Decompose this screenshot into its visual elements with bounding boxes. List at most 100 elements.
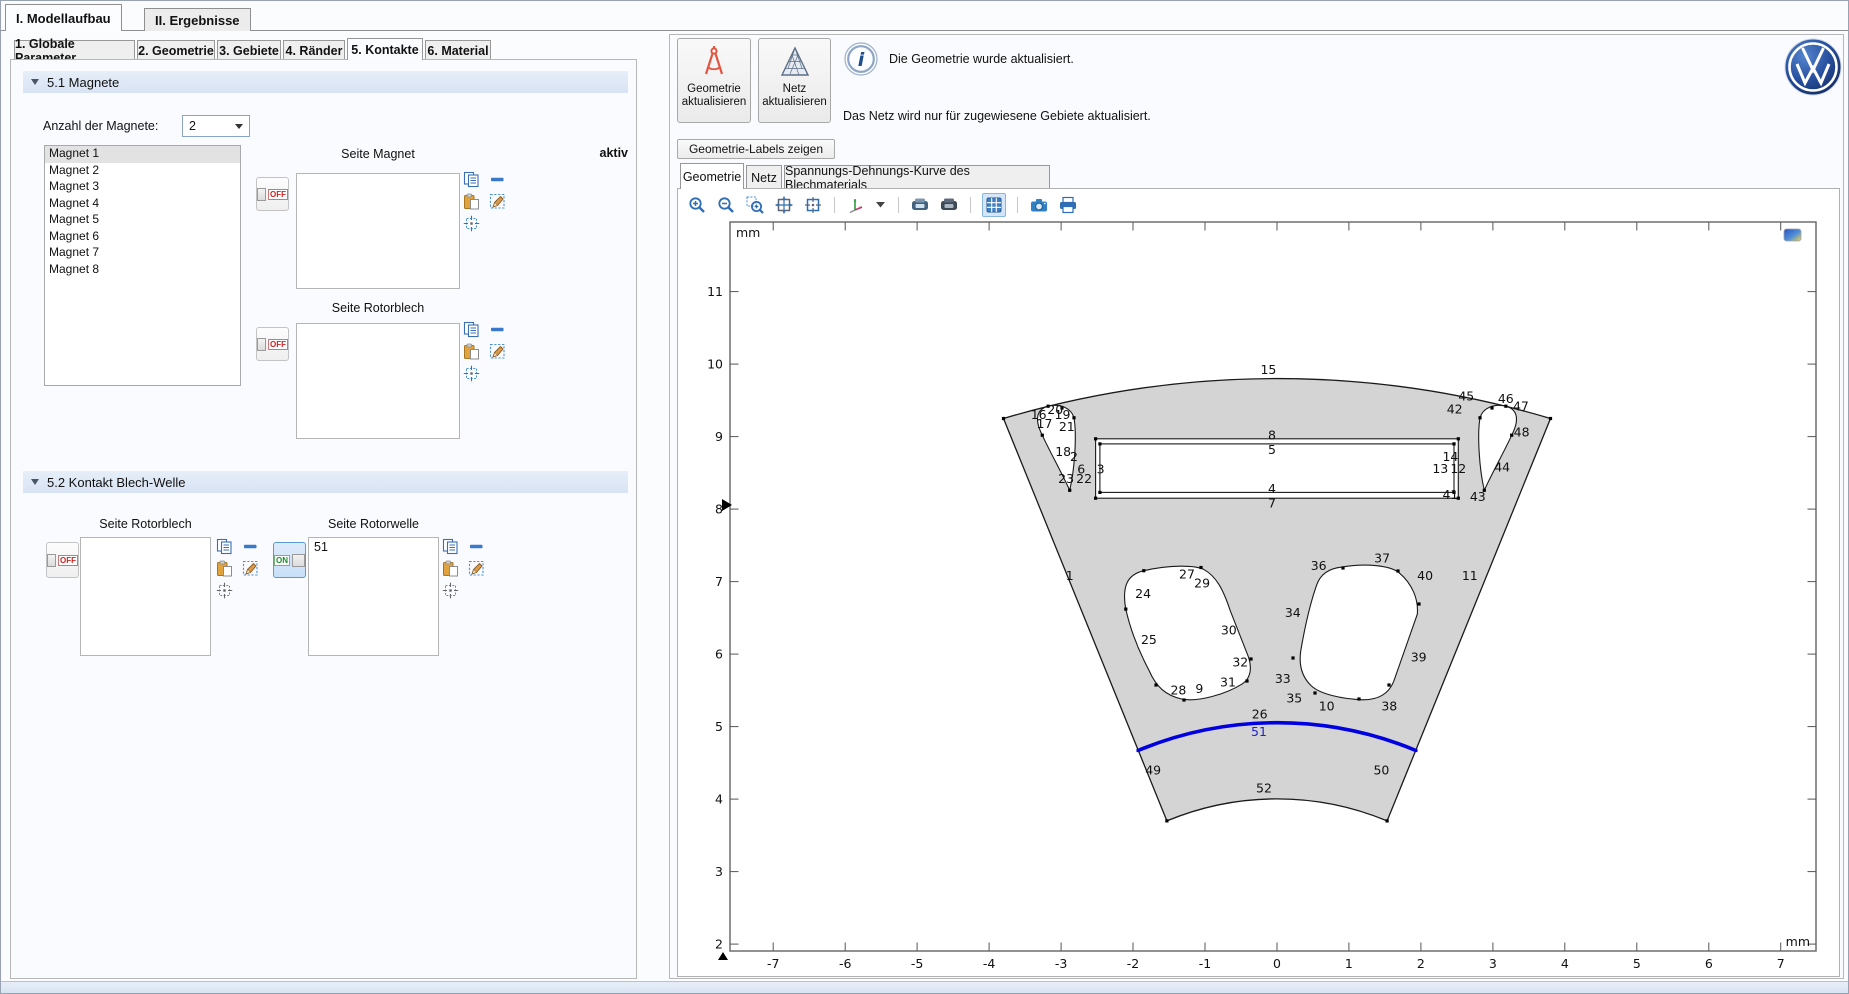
zoom-to-selection-icon[interactable]: [803, 195, 823, 215]
magnet-list-item[interactable]: Magnet 4: [45, 196, 240, 213]
zoom-to-selection-icon[interactable]: [216, 582, 233, 604]
section-magnete-header[interactable]: 5.1 Magnete: [23, 71, 628, 93]
seite-rotorblech-selection-box[interactable]: [296, 323, 460, 439]
svg-text:24: 24: [1135, 586, 1151, 601]
remove-selection-icon[interactable]: [490, 322, 505, 342]
image-copy-icon[interactable]: [910, 195, 930, 215]
geometry-plot[interactable]: 1234567891011121314151617181920212223242…: [678, 219, 1838, 976]
svg-text:4: 4: [1268, 481, 1276, 496]
remove-selection-icon[interactable]: [490, 172, 505, 192]
tab-kontakte[interactable]: 5. Kontakte: [347, 38, 423, 60]
zoom-to-selection-icon[interactable]: [442, 582, 459, 604]
vw-logo: [1783, 37, 1843, 97]
zoom-extents-icon[interactable]: [774, 195, 794, 215]
graphics-tab-spannungs-kurve[interactable]: Spannungs-Dehnungs-Kurve des Blechmateri…: [784, 165, 1050, 189]
svg-text:40: 40: [1417, 568, 1433, 583]
svg-text:5: 5: [715, 719, 723, 734]
plot-region[interactable]: 1234567891011121314151617181920212223242…: [678, 219, 1838, 976]
kontakt-rotorblech-toggle[interactable]: OFF: [46, 542, 79, 578]
copy-selection-icon[interactable]: [442, 538, 459, 560]
svg-text:39: 39: [1411, 649, 1427, 664]
print-icon[interactable]: [1058, 195, 1078, 215]
kontakt-rotorblech-selection-box[interactable]: [80, 537, 211, 656]
tab-material[interactable]: 6. Material: [425, 40, 491, 60]
kontakt-rotorblech-title: Seite Rotorblech: [80, 517, 211, 531]
magnet-list-item[interactable]: Magnet 8: [45, 262, 240, 279]
seite-rotorblech-toggle[interactable]: OFF: [256, 327, 289, 361]
snapshot-camera-icon[interactable]: [1029, 195, 1049, 215]
paste-selection-icon[interactable]: [216, 560, 233, 582]
update-mesh-button[interactable]: Netz aktualisieren: [758, 38, 831, 123]
kontakt-rotorwelle-selection-box[interactable]: 51: [308, 537, 439, 656]
clear-selection-icon[interactable]: [489, 193, 506, 215]
paste-selection-icon[interactable]: [463, 343, 480, 365]
grid-toggle-icon[interactable]: [982, 193, 1006, 217]
svg-text:-1: -1: [1199, 956, 1211, 971]
default-view-icon[interactable]: [846, 195, 866, 215]
comsol-corner-icon[interactable]: [1784, 229, 1801, 241]
section-kontakt-header[interactable]: 5.2 Kontakt Blech-Welle: [23, 471, 628, 493]
tab-geometrie[interactable]: 2. Geometrie: [137, 40, 215, 60]
svg-text:18: 18: [1055, 444, 1071, 459]
magnet-list-item[interactable]: Magnet 7: [45, 245, 240, 262]
zoom-to-selection-icon[interactable]: [463, 365, 480, 387]
svg-text:42: 42: [1447, 401, 1463, 416]
graphics-tab-netz[interactable]: Netz: [746, 165, 782, 189]
update-mesh-label2: aktualisieren: [762, 96, 827, 108]
zoom-in-icon[interactable]: [687, 195, 707, 215]
magnet-list-item[interactable]: Magnet 6: [45, 229, 240, 246]
magnet-pocket-inner[interactable]: [1100, 444, 1454, 493]
svg-text:11: 11: [707, 284, 723, 299]
magnet-list-item[interactable]: Magnet 1: [45, 146, 240, 163]
kontakt-rotorwelle-toggle[interactable]: ON: [273, 542, 306, 578]
svg-text:37: 37: [1374, 551, 1390, 566]
magnet-list-item[interactable]: Magnet 5: [45, 212, 240, 229]
geometry-updated-message: Die Geometrie wurde aktualisiert.: [889, 52, 1074, 66]
svg-text:52: 52: [1256, 781, 1272, 796]
svg-text:31: 31: [1220, 675, 1236, 690]
svg-text:9: 9: [715, 429, 723, 444]
view-dropdown-caret-icon[interactable]: [875, 195, 887, 215]
toggle-square: [292, 554, 305, 567]
svg-text:21: 21: [1059, 419, 1075, 434]
copy-selection-icon[interactable]: [463, 321, 480, 343]
zoom-out-icon[interactable]: [716, 195, 736, 215]
graphics-tab-geometrie[interactable]: Geometrie: [680, 163, 744, 189]
anzahl-magnete-dropdown[interactable]: 2: [182, 115, 250, 137]
svg-text:-4: -4: [983, 956, 996, 971]
clear-selection-icon[interactable]: [242, 560, 259, 582]
paste-selection-icon[interactable]: [463, 193, 480, 215]
tab-gebiete[interactable]: 3. Gebiete: [217, 40, 281, 60]
paste-selection-icon[interactable]: [442, 560, 459, 582]
toggle-state-label: OFF: [268, 189, 288, 200]
svg-text:50: 50: [1373, 762, 1389, 777]
tab-ergebnisse[interactable]: II. Ergebnisse: [144, 8, 251, 31]
zoom-box-icon[interactable]: [745, 195, 765, 215]
magnet-list-item[interactable]: Magnet 2: [45, 163, 240, 180]
copy-selection-icon[interactable]: [216, 538, 233, 560]
update-geometry-button[interactable]: Geometrie aktualisieren: [677, 38, 751, 123]
unit-label-top: mm: [736, 225, 760, 240]
zoom-to-selection-icon[interactable]: [463, 215, 480, 237]
svg-text:23: 23: [1058, 471, 1074, 486]
remove-selection-icon[interactable]: [243, 539, 258, 559]
seite-magnet-title: Seite Magnet: [296, 147, 460, 161]
clear-selection-icon[interactable]: [468, 560, 485, 582]
clear-selection-icon[interactable]: [489, 343, 506, 365]
selection-item-51[interactable]: 51: [309, 538, 438, 556]
main-tab-line: [1, 30, 1849, 31]
svg-text:26: 26: [1252, 707, 1268, 722]
tab-raender[interactable]: 4. Ränder: [283, 40, 345, 60]
show-geometry-labels-button[interactable]: Geometrie-Labels zeigen: [677, 139, 835, 159]
magnet-list-item[interactable]: Magnet 3: [45, 179, 240, 196]
tab-modellaufbau[interactable]: I. Modellaufbau: [5, 4, 122, 31]
svg-text:4: 4: [1561, 956, 1569, 971]
seite-magnet-toggle[interactable]: OFF: [256, 177, 289, 211]
seite-magnet-selection-box[interactable]: [296, 173, 460, 289]
magnet-list[interactable]: Magnet 1Magnet 2Magnet 3Magnet 4Magnet 5…: [44, 145, 241, 386]
compass-icon: [698, 45, 730, 79]
tab-globale-parameter[interactable]: 1. Globale Parameter: [14, 40, 135, 60]
copy-selection-icon[interactable]: [463, 171, 480, 193]
remove-selection-icon[interactable]: [469, 539, 484, 559]
image-export-icon[interactable]: [939, 195, 959, 215]
